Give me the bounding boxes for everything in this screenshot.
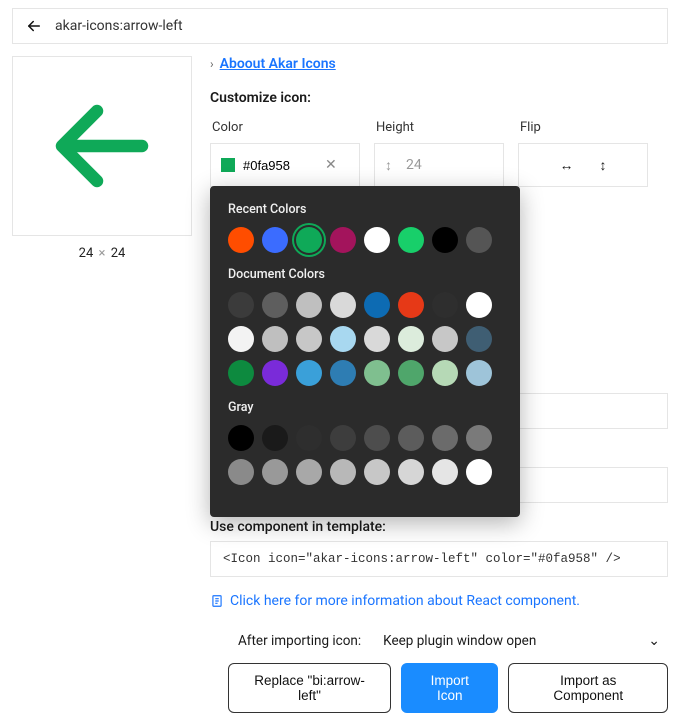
gray-colors-label: Gray [228, 400, 502, 415]
color-swatch[interactable] [398, 326, 424, 352]
icon-preview [12, 56, 192, 236]
preview-width: 24 [79, 246, 94, 261]
color-swatch[interactable] [296, 360, 322, 386]
dim-x: × [99, 246, 106, 261]
arrow-left-icon [42, 86, 162, 206]
height-label: Height [374, 120, 504, 135]
color-swatch[interactable] [296, 227, 322, 253]
color-swatch[interactable] [466, 227, 492, 253]
color-swatch[interactable] [398, 459, 424, 485]
color-swatch[interactable] [330, 292, 356, 318]
document-colors-label: Document Colors [228, 267, 502, 282]
color-swatch[interactable] [228, 425, 254, 451]
color-swatch[interactable] [364, 292, 390, 318]
after-import-value: Keep plugin window open [383, 633, 536, 649]
color-swatch[interactable] [228, 227, 254, 253]
color-swatch[interactable] [432, 459, 458, 485]
color-swatch[interactable] [466, 425, 492, 451]
color-swatch[interactable] [398, 227, 424, 253]
use-code[interactable] [210, 541, 668, 577]
header-title: akar-icons:arrow-left [55, 18, 183, 34]
color-swatch[interactable] [398, 292, 424, 318]
color-swatch[interactable] [262, 326, 288, 352]
color-swatch[interactable] [296, 326, 322, 352]
color-swatch[interactable] [330, 227, 356, 253]
chevron-right-icon: › [210, 57, 214, 71]
flip-vertical-icon[interactable]: ↕ [600, 157, 607, 174]
flip-horizontal-icon[interactable]: ↔ [560, 157, 574, 174]
gray-colors-row [228, 425, 502, 485]
color-swatch[interactable] [228, 292, 254, 318]
document-icon [210, 594, 224, 608]
color-swatch[interactable] [262, 227, 288, 253]
color-swatch[interactable] [296, 292, 322, 318]
color-swatch[interactable] [330, 459, 356, 485]
about-link-row: › Aboout Akar Icons [210, 56, 668, 72]
clear-color-icon[interactable]: ✕ [325, 157, 337, 173]
color-swatch[interactable] [228, 326, 254, 352]
color-swatch[interactable] [262, 360, 288, 386]
height-value: 24 [406, 157, 422, 173]
document-colors-row [228, 292, 502, 386]
color-swatch[interactable] [432, 425, 458, 451]
color-picker-popup: Recent Colors Document Colors Gray [210, 186, 520, 517]
color-swatch[interactable] [228, 459, 254, 485]
react-docs-link[interactable]: Click here for more information about Re… [230, 593, 580, 609]
color-swatch[interactable] [262, 459, 288, 485]
recent-colors-row [228, 227, 502, 253]
color-swatch-icon[interactable] [221, 158, 235, 172]
color-swatch[interactable] [398, 425, 424, 451]
replace-button[interactable]: Replace "bi:arrow-left" [228, 663, 391, 713]
after-import-label: After importing icon: [238, 633, 361, 649]
color-swatch[interactable] [364, 459, 390, 485]
color-swatch[interactable] [364, 227, 390, 253]
color-swatch[interactable] [466, 360, 492, 386]
color-swatch[interactable] [466, 292, 492, 318]
import-component-button[interactable]: Import as Component [508, 663, 668, 713]
color-swatch[interactable] [296, 425, 322, 451]
color-label: Color [210, 120, 360, 135]
color-swatch[interactable] [262, 425, 288, 451]
color-swatch[interactable] [398, 360, 424, 386]
color-swatch[interactable] [432, 360, 458, 386]
height-arrows-icon: ↕ [385, 157, 392, 174]
color-swatch[interactable] [432, 292, 458, 318]
color-swatch[interactable] [466, 459, 492, 485]
chevron-down-icon: ⌄ [648, 633, 660, 649]
color-field[interactable]: ✕ [210, 143, 360, 187]
color-swatch[interactable] [330, 360, 356, 386]
color-swatch[interactable] [296, 459, 322, 485]
color-swatch[interactable] [262, 292, 288, 318]
color-swatch[interactable] [432, 227, 458, 253]
color-input[interactable] [243, 158, 317, 173]
color-swatch[interactable] [330, 425, 356, 451]
customize-title: Customize icon: [210, 90, 668, 106]
back-arrow-icon[interactable] [25, 17, 43, 35]
height-field[interactable]: ↕ 24 [374, 143, 504, 187]
color-swatch[interactable] [228, 360, 254, 386]
preview-dimensions: 24 × 24 [12, 246, 192, 261]
color-swatch[interactable] [330, 326, 356, 352]
color-swatch[interactable] [432, 326, 458, 352]
header-bar: akar-icons:arrow-left [12, 8, 668, 44]
preview-height: 24 [111, 246, 126, 261]
about-link[interactable]: Aboout Akar Icons [220, 56, 336, 72]
after-import-select[interactable]: Keep plugin window open ⌄ [383, 633, 668, 649]
color-swatch[interactable] [364, 360, 390, 386]
recent-colors-label: Recent Colors [228, 202, 502, 217]
flip-label: Flip [518, 120, 648, 135]
use-label: Use component in template: [210, 519, 668, 535]
import-icon-button[interactable]: Import Icon [401, 663, 498, 713]
color-swatch[interactable] [364, 326, 390, 352]
color-swatch[interactable] [466, 326, 492, 352]
color-swatch[interactable] [364, 425, 390, 451]
